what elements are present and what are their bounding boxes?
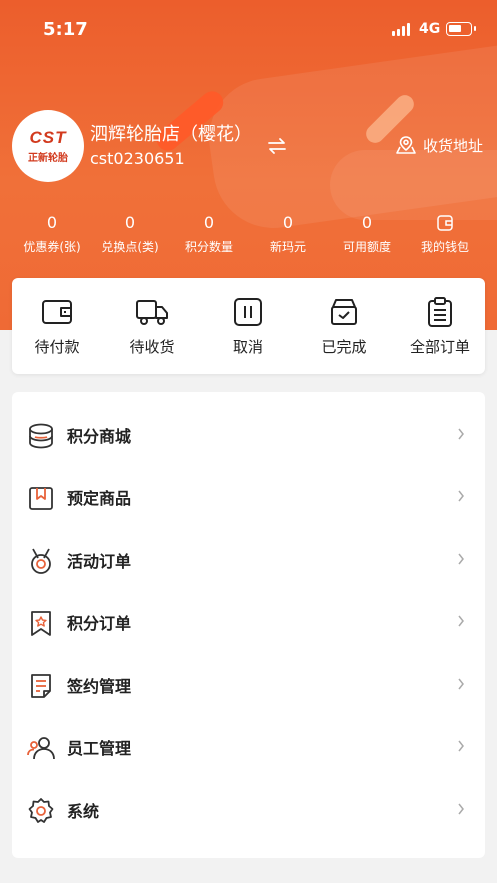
chevron-right-icon bbox=[458, 490, 464, 502]
chevron-right-icon bbox=[458, 740, 464, 752]
order-label: 已完成 bbox=[321, 338, 367, 356]
chevron-right-icon bbox=[458, 615, 464, 627]
order-label: 取消 bbox=[232, 338, 263, 356]
menu-item-activity-orders[interactable]: 活动订单 bbox=[12, 529, 485, 591]
logo-text: CST bbox=[29, 128, 67, 147]
switch-store-icon[interactable] bbox=[266, 136, 288, 156]
status-bar: 5:17 4G bbox=[0, 0, 497, 50]
store-id: cst0230651 bbox=[90, 149, 185, 168]
status-time: 5:17 bbox=[43, 19, 88, 40]
menu-item-points-orders[interactable]: 积分订单 bbox=[12, 591, 485, 653]
chevron-right-icon bbox=[458, 428, 464, 440]
menu-item-label: 预定商品 bbox=[67, 489, 132, 508]
shipping-address-label: 收货地址 bbox=[423, 136, 484, 155]
chevron-right-icon bbox=[458, 803, 464, 815]
function-menu: 积分商城 预定商品 活动订单 积分订单 签约管理 员工管理 系统 bbox=[12, 392, 485, 858]
staff-icon bbox=[27, 737, 55, 760]
menu-item-system[interactable]: 系统 bbox=[12, 779, 485, 841]
clipboard-icon bbox=[428, 297, 452, 327]
order-completed[interactable]: 已完成 bbox=[299, 296, 389, 357]
account-stats: 0 优惠券(张) 0 兑换点(类) 0 积分数量 0 新玛元 0 可用额度 我的… bbox=[0, 212, 497, 262]
menu-item-label: 签约管理 bbox=[67, 677, 132, 696]
stat-exchange-points[interactable]: 0 兑换点(类) bbox=[90, 212, 170, 255]
order-cancelled[interactable]: 取消 bbox=[203, 296, 293, 357]
stat-value: 0 bbox=[124, 213, 136, 232]
logo-subtext: 正新轮胎 bbox=[28, 153, 68, 164]
stat-my-wallet[interactable]: 我的钱包 bbox=[405, 212, 485, 255]
network-type: 4G bbox=[419, 21, 441, 37]
stat-label: 我的钱包 bbox=[420, 240, 469, 254]
menu-item-staff-management[interactable]: 员工管理 bbox=[12, 716, 485, 778]
menu-item-label: 系统 bbox=[67, 802, 100, 821]
order-label: 待收货 bbox=[129, 338, 175, 356]
battery-icon bbox=[446, 22, 476, 36]
stat-value: 0 bbox=[203, 213, 215, 232]
orders-card: 待付款 待收货 取消 已完成 全部订单 bbox=[12, 278, 485, 374]
pause-icon bbox=[234, 298, 262, 326]
map-pin-icon bbox=[396, 136, 416, 154]
order-pending-receipt[interactable]: 待收货 bbox=[107, 296, 197, 357]
stat-available-credit[interactable]: 0 可用额度 bbox=[327, 212, 407, 255]
menu-item-label: 员工管理 bbox=[67, 739, 132, 758]
menu-item-label: 活动订单 bbox=[67, 552, 132, 571]
order-all[interactable]: 全部订单 bbox=[395, 296, 485, 357]
truck-icon bbox=[136, 300, 168, 325]
stat-points[interactable]: 0 积分数量 bbox=[169, 212, 249, 255]
menu-item-reserved-goods[interactable]: 预定商品 bbox=[12, 466, 485, 528]
bookmark-star-icon bbox=[31, 611, 51, 636]
menu-item-label: 积分订单 bbox=[67, 614, 132, 633]
stat-value: 0 bbox=[361, 213, 373, 232]
store-avatar[interactable]: CST 正新轮胎 bbox=[12, 110, 84, 182]
stat-label: 积分数量 bbox=[184, 240, 233, 254]
order-label: 全部订单 bbox=[409, 338, 470, 356]
order-pending-payment[interactable]: 待付款 bbox=[12, 296, 102, 357]
menu-item-contract-management[interactable]: 签约管理 bbox=[12, 654, 485, 716]
settings-icon bbox=[28, 798, 54, 823]
stat-value: 0 bbox=[46, 213, 58, 232]
chevron-right-icon bbox=[458, 678, 464, 690]
stat-label: 新玛元 bbox=[269, 240, 306, 254]
stat-label: 可用额度 bbox=[342, 240, 391, 254]
order-label: 待付款 bbox=[34, 338, 80, 356]
signal-icon bbox=[392, 22, 410, 36]
shipping-address-button[interactable]: 收货地址 bbox=[395, 134, 483, 156]
menu-item-points-mall[interactable]: 积分商城 bbox=[12, 404, 485, 466]
stat-label: 优惠券(张) bbox=[23, 240, 81, 254]
store-name: 泗辉轮胎店（樱花） bbox=[90, 124, 252, 145]
chevron-right-icon bbox=[458, 553, 464, 565]
coins-icon bbox=[29, 423, 53, 449]
wallet-icon bbox=[437, 215, 453, 231]
stat-xinmayuan[interactable]: 0 新玛元 bbox=[248, 212, 328, 255]
gift-box-icon bbox=[29, 487, 53, 510]
stat-label: 兑换点(类) bbox=[101, 240, 159, 254]
menu-item-label: 积分商城 bbox=[67, 427, 132, 446]
stat-coupons[interactable]: 0 优惠券(张) bbox=[12, 212, 92, 255]
medal-icon bbox=[31, 548, 51, 574]
stat-value: 0 bbox=[282, 213, 294, 232]
box-check-icon bbox=[331, 299, 357, 325]
header-decoration bbox=[330, 150, 497, 220]
document-icon bbox=[31, 674, 51, 698]
wallet-icon bbox=[42, 300, 72, 324]
